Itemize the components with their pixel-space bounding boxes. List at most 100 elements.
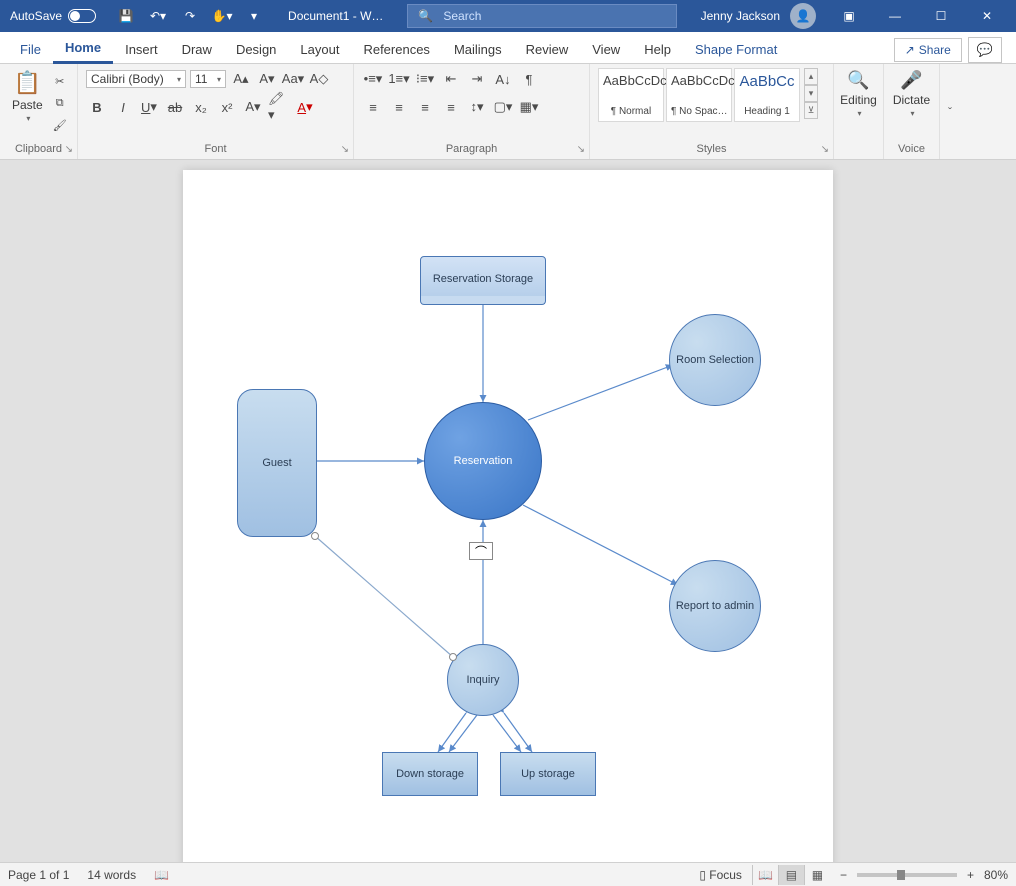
bullets-icon[interactable]: •≡▾: [362, 68, 384, 90]
close-icon[interactable]: ✕: [964, 0, 1010, 32]
justify-icon[interactable]: ≡: [440, 96, 462, 118]
text-effects-icon[interactable]: A▾: [242, 96, 264, 118]
italic-icon[interactable]: I: [112, 96, 134, 118]
focus-button[interactable]: ▯ Focus: [699, 868, 742, 882]
zoom-in-icon[interactable]: +: [967, 868, 974, 882]
align-left-icon[interactable]: ≡: [362, 96, 384, 118]
bold-icon[interactable]: B: [86, 96, 108, 118]
launcher-icon[interactable]: ↘: [341, 144, 349, 155]
tab-references[interactable]: References: [351, 36, 441, 63]
borders-icon[interactable]: ▦▾: [518, 96, 540, 118]
line-spacing-icon[interactable]: ↕▾: [466, 96, 488, 118]
tab-view[interactable]: View: [580, 36, 632, 63]
autosave-toggle[interactable]: AutoSave: [0, 9, 106, 23]
align-right-icon[interactable]: ≡: [414, 96, 436, 118]
clipboard-icon: 📋: [14, 70, 41, 96]
selection-handle-icon[interactable]: [311, 532, 319, 540]
tab-layout[interactable]: Layout: [288, 36, 351, 63]
tab-mailings[interactable]: Mailings: [442, 36, 514, 63]
ribbon-display-icon[interactable]: ▣: [826, 0, 872, 32]
shape-room-selection[interactable]: Room Selection: [669, 314, 761, 406]
shape-down-storage[interactable]: Down storage: [382, 752, 478, 796]
page[interactable]: Reservation Storage Reservation Guest Ro…: [183, 170, 833, 862]
tab-home[interactable]: Home: [53, 34, 113, 64]
paste-button[interactable]: 📋 Paste ▾: [8, 68, 47, 134]
zoom-slider[interactable]: [857, 873, 957, 877]
shape-reservation-storage[interactable]: Reservation Storage: [420, 256, 546, 302]
launcher-icon[interactable]: ↘: [821, 144, 829, 155]
undo-icon[interactable]: ↶▾: [146, 4, 170, 28]
show-marks-icon[interactable]: ¶: [518, 68, 540, 90]
tab-design[interactable]: Design: [224, 36, 288, 63]
tab-draw[interactable]: Draw: [170, 36, 224, 63]
shape-guest[interactable]: Guest: [237, 389, 317, 537]
launcher-icon[interactable]: ↘: [577, 144, 585, 155]
tab-review[interactable]: Review: [514, 36, 581, 63]
collapse-ribbon-icon[interactable]: ˇ: [940, 64, 960, 159]
strikethrough-icon[interactable]: ab: [164, 96, 186, 118]
align-center-icon[interactable]: ≡: [388, 96, 410, 118]
multilevel-icon[interactable]: ⁝≡▾: [414, 68, 436, 90]
save-icon[interactable]: 💾: [114, 4, 138, 28]
font-color-icon[interactable]: A▾: [294, 96, 316, 118]
editing-button[interactable]: 🔍 Editing ▾: [842, 68, 875, 120]
format-painter-icon[interactable]: 🖌: [51, 116, 69, 134]
redo-icon[interactable]: ↷: [178, 4, 202, 28]
highlight-icon[interactable]: 🖍▾: [268, 96, 290, 118]
search-box[interactable]: 🔍 Search: [407, 4, 677, 28]
shape-inquiry[interactable]: Inquiry: [447, 644, 519, 716]
status-words[interactable]: 14 words: [87, 868, 136, 882]
numbering-icon[interactable]: 1≡▾: [388, 68, 410, 90]
shape-report-to-admin[interactable]: Report to admin: [669, 560, 761, 652]
view-read-icon[interactable]: 📖: [752, 865, 778, 885]
underline-icon[interactable]: U▾: [138, 96, 160, 118]
clear-formatting-icon[interactable]: A◇: [308, 68, 330, 90]
cut-icon[interactable]: ✂: [51, 72, 69, 90]
change-case-icon[interactable]: Aa▾: [282, 68, 304, 90]
shrink-font-icon[interactable]: A▾: [256, 68, 278, 90]
dictate-button[interactable]: 🎤 Dictate ▾: [892, 68, 931, 120]
touch-mode-icon[interactable]: ✋▾: [210, 4, 234, 28]
tab-insert[interactable]: Insert: [113, 36, 170, 63]
selection-handle-icon[interactable]: [449, 653, 457, 661]
share-button[interactable]: ↗ Share: [894, 38, 962, 62]
document-title: Document1 - W…: [274, 9, 397, 23]
avatar-icon[interactable]: 👤: [790, 3, 816, 29]
font-name-combo[interactable]: Calibri (Body)▾: [86, 70, 186, 88]
status-page[interactable]: Page 1 of 1: [8, 868, 69, 882]
tab-file[interactable]: File: [8, 36, 53, 63]
zoom-out-icon[interactable]: −: [840, 868, 847, 882]
copy-icon[interactable]: ⧉: [51, 94, 69, 112]
superscript-icon[interactable]: x²: [216, 96, 238, 118]
style-normal[interactable]: AaBbCcDc ¶ Normal: [598, 68, 664, 122]
qat-customize-icon[interactable]: ▾: [242, 4, 266, 28]
styles-down-icon[interactable]: ▾: [804, 85, 818, 102]
sort-icon[interactable]: A↓: [492, 68, 514, 90]
tab-help[interactable]: Help: [632, 36, 683, 63]
style-no-spacing[interactable]: AaBbCcDc ¶ No Spac…: [666, 68, 732, 122]
view-web-icon[interactable]: ▦: [804, 865, 830, 885]
increase-indent-icon[interactable]: ⇥: [466, 68, 488, 90]
style-heading-1[interactable]: AaBbCc Heading 1: [734, 68, 800, 122]
status-proofing-icon[interactable]: 📖: [154, 868, 169, 882]
grow-font-icon[interactable]: A▴: [230, 68, 252, 90]
group-editing: 🔍 Editing ▾: [834, 64, 884, 159]
styles-more-icon[interactable]: ⊻: [804, 102, 818, 119]
subscript-icon[interactable]: x₂: [190, 96, 212, 118]
decrease-indent-icon[interactable]: ⇤: [440, 68, 462, 90]
styles-up-icon[interactable]: ▴: [804, 68, 818, 85]
shape-up-storage[interactable]: Up storage: [500, 752, 596, 796]
comments-button[interactable]: 💬: [968, 37, 1002, 63]
font-size-combo[interactable]: 11▾: [190, 70, 226, 88]
share-label: Share: [919, 43, 951, 57]
shading-icon[interactable]: ▢▾: [492, 96, 514, 118]
zoom-level[interactable]: 80%: [984, 868, 1008, 882]
minimize-icon[interactable]: ―: [872, 0, 918, 32]
launcher-icon[interactable]: ↘: [65, 144, 73, 155]
maximize-icon[interactable]: ☐: [918, 0, 964, 32]
shape-reservation[interactable]: Reservation: [424, 402, 542, 520]
anchor-icon[interactable]: ⌒: [469, 542, 493, 560]
search-icon: 🔍: [418, 9, 433, 23]
view-print-icon[interactable]: ▤: [778, 865, 804, 885]
tab-shape-format[interactable]: Shape Format: [683, 36, 789, 63]
